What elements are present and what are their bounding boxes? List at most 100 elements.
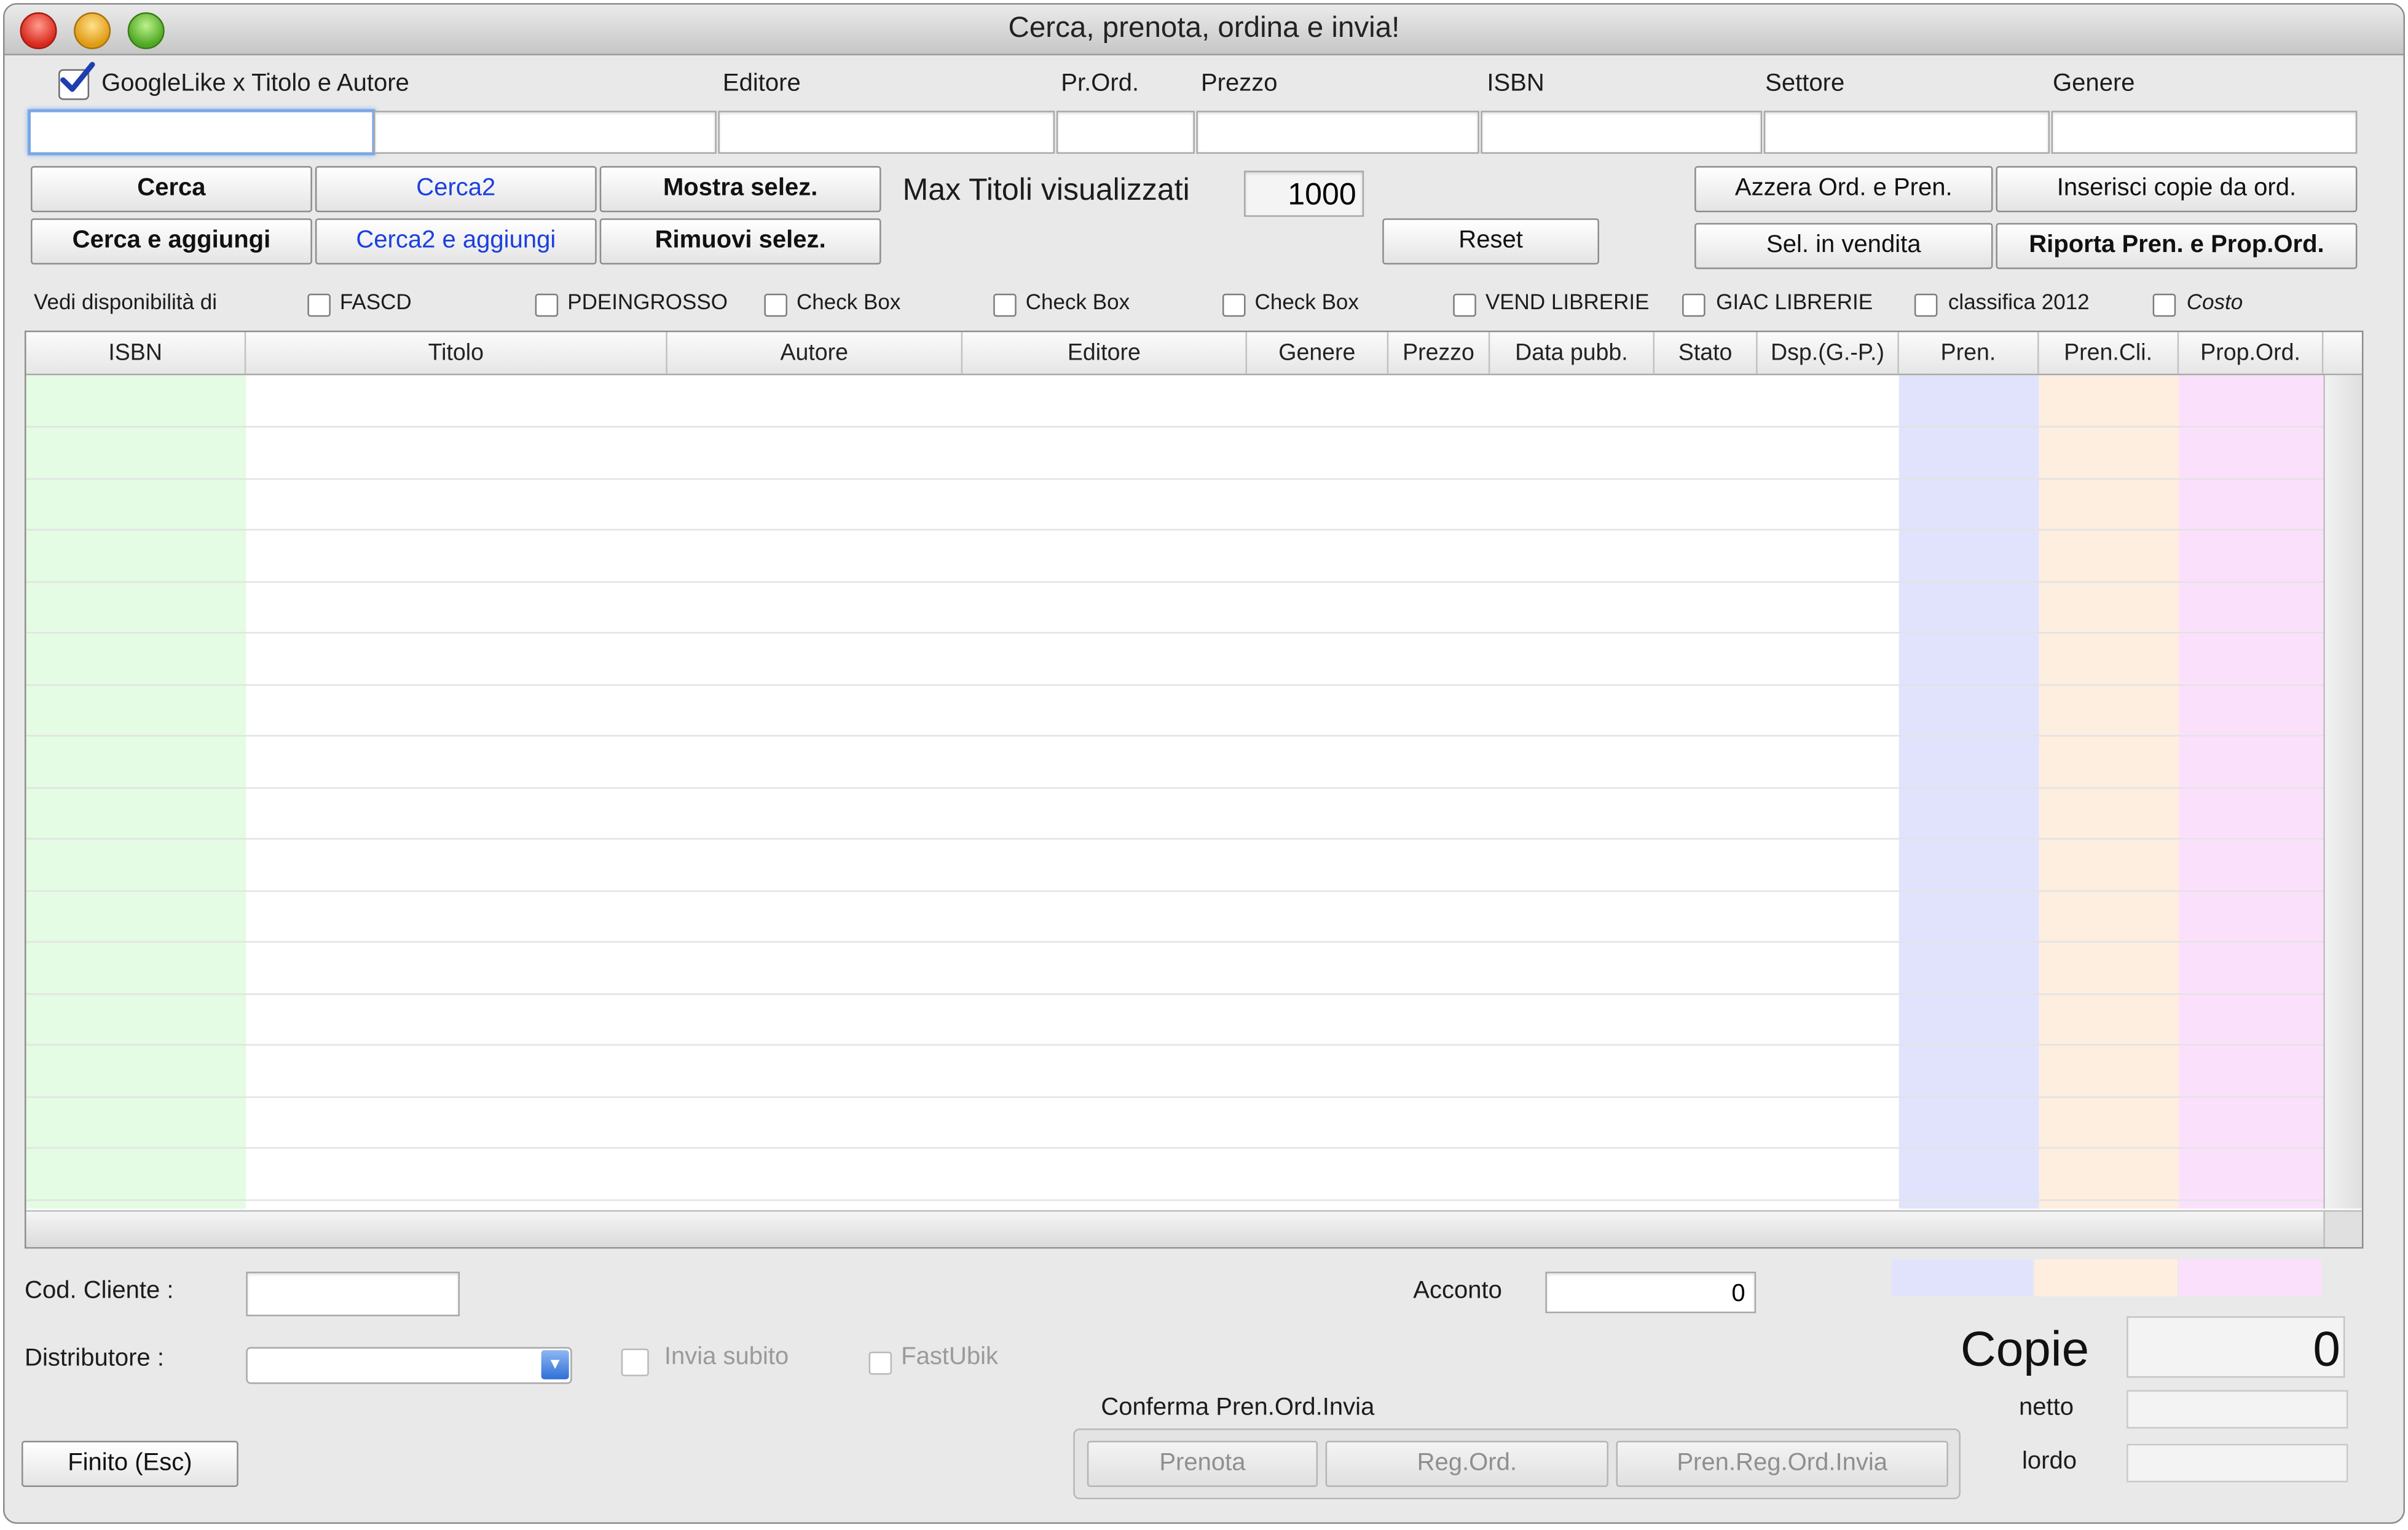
window-title: Cerca, prenota, ordina e invia! xyxy=(1008,12,1400,45)
riporta-button[interactable]: Riporta Pren. e Prop.Ord. xyxy=(1996,223,2358,269)
acconto-input[interactable]: 0 xyxy=(1545,1271,1757,1314)
col-header-isbn[interactable]: ISBN xyxy=(26,332,246,374)
check-box-3-checkbox[interactable] xyxy=(1222,293,1246,317)
finito-button[interactable]: Finito (Esc) xyxy=(22,1440,238,1487)
invia-subito-checkbox[interactable] xyxy=(621,1348,649,1376)
col-header-prezzo[interactable]: Prezzo xyxy=(1388,332,1490,374)
col-header-spacer xyxy=(2323,332,2362,374)
settore-label: Settore xyxy=(1765,71,1845,97)
prezzo-label: Prezzo xyxy=(1200,71,1278,97)
netto-field xyxy=(2127,1390,2348,1429)
prop-ord-column-bg xyxy=(2179,375,2324,1209)
giac-librerie-checkbox[interactable] xyxy=(1682,293,1706,317)
sel-vendita-button[interactable]: Sel. in vendita xyxy=(1694,223,1993,269)
cerca-aggiungi-button[interactable]: Cerca e aggiungi xyxy=(31,218,312,265)
editore-search-input[interactable] xyxy=(718,111,1055,154)
mostra-selez-button[interactable]: Mostra selez. xyxy=(599,166,881,213)
cod-cliente-label: Cod. Cliente : xyxy=(25,1277,174,1304)
prord-search-input[interactable] xyxy=(1056,111,1195,154)
vertical-scrollbar[interactable] xyxy=(2323,375,2362,1209)
fascd-checkbox[interactable] xyxy=(307,293,331,317)
col-header-pren[interactable]: Pren. xyxy=(1899,332,2039,374)
table-row-separator xyxy=(26,1199,2324,1201)
col-header-autore[interactable]: Autore xyxy=(667,332,963,374)
pren-column-bg xyxy=(1898,375,2039,1209)
col-header-data-pubb[interactable]: Data pubb. xyxy=(1490,332,1655,374)
cod-cliente-input[interactable] xyxy=(246,1271,460,1317)
table-row-separator xyxy=(26,684,2324,686)
isbn-search-input[interactable] xyxy=(1481,111,1763,154)
titolo-search-input[interactable] xyxy=(28,109,376,156)
autore-search-input[interactable] xyxy=(373,111,717,154)
title-bar: Cerca, prenota, ordina e invia! xyxy=(4,4,2404,56)
cerca2-aggiungi-button[interactable]: Cerca2 e aggiungi xyxy=(315,218,597,265)
max-titoli-label: Max Titoli visualizzati xyxy=(902,173,1190,208)
table-row-separator xyxy=(26,425,2324,428)
genere-label: Genere xyxy=(2053,71,2135,97)
classifica-checkbox[interactable] xyxy=(1914,293,1938,317)
invia-subito-label: Invia subito xyxy=(664,1344,789,1370)
col-header-titolo[interactable]: Titolo xyxy=(246,332,667,374)
table-row-separator xyxy=(26,838,2324,840)
settore-search-input[interactable] xyxy=(1763,111,2050,154)
editore-label: Editore xyxy=(722,71,801,97)
table-row-separator xyxy=(26,581,2324,583)
pren-cli-total-swatch xyxy=(2034,1259,2178,1296)
pren-total-swatch xyxy=(1891,1259,2033,1296)
results-table[interactable]: ISBN Titolo Autore Editore Genere Prezzo… xyxy=(25,330,2364,1249)
fastubik-checkbox[interactable] xyxy=(868,1351,892,1375)
prezzo-search-input[interactable] xyxy=(1196,111,1479,154)
col-header-prop-ord[interactable]: Prop.Ord. xyxy=(2179,332,2324,374)
reg-ord-button[interactable]: Reg.Ord. xyxy=(1325,1440,1608,1487)
prord-label: Pr.Ord. xyxy=(1061,71,1139,97)
check-box-1-checkbox[interactable] xyxy=(764,293,787,317)
dropdown-arrow-icon: ▼ xyxy=(541,1350,569,1379)
table-row-separator xyxy=(26,890,2324,892)
pren-cli-column-bg xyxy=(2039,375,2179,1209)
prop-ord-total-swatch xyxy=(2179,1259,2322,1296)
col-header-genere[interactable]: Genere xyxy=(1247,332,1389,374)
googlelike-checkbox[interactable] xyxy=(58,61,95,100)
acconto-label: Acconto xyxy=(1413,1277,1502,1304)
isbn-column-bg xyxy=(26,375,246,1209)
check-box-2-checkbox[interactable] xyxy=(993,293,1017,317)
check-box-2-label: Check Box xyxy=(1025,289,1130,314)
table-row-separator xyxy=(26,787,2324,789)
prenota-button[interactable]: Prenota xyxy=(1087,1440,1318,1487)
checkmark-icon xyxy=(60,61,95,92)
rimuovi-selez-button[interactable]: Rimuovi selez. xyxy=(599,218,881,265)
table-row-separator xyxy=(26,940,2324,943)
table-row-separator xyxy=(26,478,2324,480)
distributore-label: Distributore : xyxy=(25,1345,164,1372)
horizontal-scrollbar[interactable] xyxy=(26,1210,2324,1247)
cerca-button[interactable]: Cerca xyxy=(31,166,312,213)
check-box-3-label: Check Box xyxy=(1254,289,1359,314)
vend-librerie-checkbox[interactable] xyxy=(1453,293,1476,317)
col-header-stato[interactable]: Stato xyxy=(1655,332,1758,374)
azzera-button[interactable]: Azzera Ord. e Pren. xyxy=(1694,166,1993,213)
cerca2-button[interactable]: Cerca2 xyxy=(315,166,597,213)
pdeingrosso-checkbox[interactable] xyxy=(535,293,559,317)
fastubik-label: FastUbik xyxy=(901,1344,999,1370)
classifica-label: classifica 2012 xyxy=(1948,289,2090,314)
giac-librerie-label: GIAC LIBRERIE xyxy=(1716,289,1873,314)
pren-reg-ord-invia-button[interactable]: Pren.Reg.Ord.Invia xyxy=(1616,1440,1948,1487)
table-row-separator xyxy=(26,1147,2324,1149)
netto-label: netto xyxy=(2018,1394,2074,1421)
table-row-separator xyxy=(26,1044,2324,1046)
max-titoli-input[interactable]: 1000 xyxy=(1244,170,1364,217)
col-header-pren-cli[interactable]: Pren.Cli. xyxy=(2039,332,2179,374)
col-header-editore[interactable]: Editore xyxy=(962,332,1248,374)
inserisci-copie-button[interactable]: Inserisci copie da ord. xyxy=(1996,166,2358,213)
distributore-select[interactable]: ▼ xyxy=(246,1347,572,1384)
col-header-dsp[interactable]: Dsp.(G.-P.) xyxy=(1758,332,1899,374)
genere-search-input[interactable] xyxy=(2051,111,2358,154)
costo-checkbox[interactable] xyxy=(2152,293,2176,317)
table-row-separator xyxy=(26,735,2324,737)
fascd-label: FASCD xyxy=(339,289,412,314)
reset-button[interactable]: Reset xyxy=(1382,218,1599,265)
table-row-separator xyxy=(26,632,2324,634)
check-box-1-label: Check Box xyxy=(796,289,901,314)
table-row-separator xyxy=(26,993,2324,995)
isbn-label: ISBN xyxy=(1487,71,1544,97)
